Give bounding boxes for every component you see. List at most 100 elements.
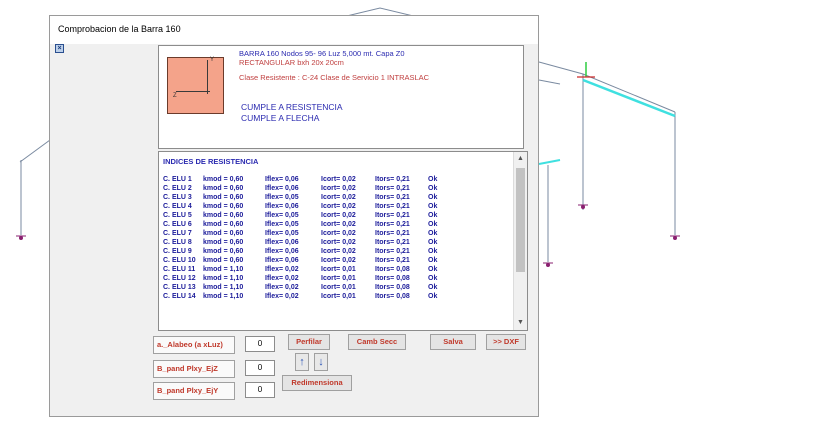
cell-flex: Iflex= 0,05 — [265, 212, 299, 219]
cell-kmod: kmod = 0,60 — [203, 221, 244, 228]
arrow-up-icon[interactable]: ↑ — [295, 353, 309, 371]
cell-label: C. ELU 14 — [163, 293, 196, 300]
cell-cort: Icort= 0,02 — [321, 221, 356, 228]
cell-flex: Iflex= 0,06 — [265, 176, 299, 183]
cell-ok: Ok — [428, 293, 438, 300]
left-rafter — [19, 139, 51, 163]
cell-flex: Iflex= 0,02 — [265, 275, 299, 282]
perfilar-button[interactable]: Perfilar — [288, 334, 330, 350]
pand-y-input[interactable]: 0 — [245, 382, 275, 398]
cell-ok: Ok — [428, 257, 438, 264]
cell-flex: Iflex= 0,05 — [265, 230, 299, 237]
scroll-thumb[interactable] — [516, 168, 525, 272]
cell-kmod: kmod = 0,60 — [203, 185, 244, 192]
cell-kmod: kmod = 0,60 — [203, 203, 244, 210]
cell-label: C. ELU 2 — [163, 185, 192, 192]
cell-tors: Itors= 0,08 — [375, 284, 410, 291]
cell-tors: Itors= 0,21 — [375, 257, 410, 264]
arrow-down-icon[interactable]: ↓ — [314, 353, 328, 371]
cell-ok: Ok — [428, 266, 438, 273]
cell-ok: Ok — [428, 230, 438, 237]
results-list[interactable]: INDICES DE RESISTENCIA C. ELU 1 kmod = 0,… — [158, 151, 528, 331]
dxf-button[interactable]: >> DXF — [486, 334, 526, 350]
cell-flex: Iflex= 0,02 — [265, 293, 299, 300]
cell-tors: Itors= 0,21 — [375, 203, 410, 210]
cell-ok: Ok — [428, 212, 438, 219]
table-row: C. ELU 8 kmod = 0,60 Iflex= 0,06 Icort= 0,0… — [163, 239, 508, 248]
table-row: C. ELU 13 kmod = 1,10 Iflex= 0,02 Icort= 0,… — [163, 284, 508, 293]
results-rows: C. ELU 1 kmod = 0,60 Iflex= 0,06 Icort= 0,0… — [163, 176, 508, 302]
cell-kmod: kmod = 0,60 — [203, 212, 244, 219]
pand-z-label: B_pand Plxy_EjZ — [153, 360, 235, 378]
scroll-up-icon[interactable]: ▲ — [514, 152, 527, 166]
cell-flex: Iflex= 0,06 — [265, 203, 299, 210]
cell-label: C. ELU 5 — [163, 212, 192, 219]
cell-flex: Iflex= 0,05 — [265, 221, 299, 228]
cell-kmod: kmod = 0,60 — [203, 176, 244, 183]
cell-tors: Itors= 0,21 — [375, 185, 410, 192]
table-row: C. ELU 3 kmod = 0,60 Iflex= 0,05 Icort= 0,0… — [163, 194, 508, 203]
table-row: C. ELU 2 kmod = 0,60 Iflex= 0,06 Icort= 0,0… — [163, 185, 508, 194]
cell-tors: Itors= 0,21 — [375, 230, 410, 237]
cell-cort: Icort= 0,02 — [321, 212, 356, 219]
window-menu-icon[interactable]: × — [55, 44, 64, 53]
cell-cort: Icort= 0,02 — [321, 257, 356, 264]
camb-secc-button[interactable]: Camb Secc — [348, 334, 406, 350]
parameter-group: a._Alabeo (a xLuz) 0 B_pand Plxy_EjZ 0 B… — [153, 336, 281, 404]
cell-cort: Icort= 0,01 — [321, 293, 356, 300]
cell-label: C. ELU 7 — [163, 230, 192, 237]
cell-tors: Itors= 0,21 — [375, 176, 410, 183]
cell-kmod: kmod = 0,60 — [203, 230, 244, 237]
cell-flex: Iflex= 0,06 — [265, 248, 299, 255]
table-row: C. ELU 6 kmod = 0,60 Iflex= 0,05 Icort= 0,0… — [163, 221, 508, 230]
scroll-down-icon[interactable]: ▼ — [514, 316, 527, 330]
cell-kmod: kmod = 0,60 — [203, 239, 244, 246]
cell-label: C. ELU 3 — [163, 194, 192, 201]
pand-z-input[interactable]: 0 — [245, 360, 275, 376]
cross-section-diagram: Y Z — [167, 57, 224, 114]
titlebar: Comprobacion de la Barra 160 — [50, 16, 538, 44]
selected-beam — [582, 78, 676, 118]
cell-label: C. ELU 11 — [163, 266, 196, 273]
cell-label: C. ELU 13 — [163, 284, 196, 291]
cell-tors: Itors= 0,21 — [375, 194, 410, 201]
cell-tors: Itors= 0,21 — [375, 239, 410, 246]
class-line: Clase Resistente : C-24 Clase de Servici… — [239, 73, 430, 82]
cell-label: C. ELU 4 — [163, 203, 192, 210]
cell-kmod: kmod = 1,10 — [203, 293, 244, 300]
cell-cort: Icort= 0,01 — [321, 266, 356, 273]
cell-tors: Itors= 0,08 — [375, 293, 410, 300]
table-row: C. ELU 1 kmod = 0,60 Iflex= 0,06 Icort= 0,0… — [163, 176, 508, 185]
cell-ok: Ok — [428, 194, 438, 201]
alabeo-input[interactable]: 0 — [245, 336, 275, 352]
section-size-line: RECTANGULAR bxh 20x 20cm — [239, 58, 344, 67]
alabeo-label: a._Alabeo (a xLuz) — [153, 336, 235, 354]
bar-nodes-line: BARRA 160 Nodos 95- 96 Luz 5,000 mt. Cap… — [239, 49, 405, 58]
resistance-status: CUMPLE A RESISTENCIA — [241, 102, 343, 112]
cell-label: C. ELU 8 — [163, 239, 192, 246]
results-scrollbar[interactable]: ▲ ▼ — [513, 152, 527, 330]
window-title: Comprobacion de la Barra 160 — [58, 24, 181, 34]
pand-y-label: B_pand Plxy_EjY — [153, 382, 235, 400]
cell-cort: Icort= 0,01 — [321, 284, 356, 291]
cell-ok: Ok — [428, 248, 438, 255]
results-header: INDICES DE RESISTENCIA — [163, 157, 259, 166]
cell-tors: Itors= 0,08 — [375, 275, 410, 282]
cell-flex: Iflex= 0,06 — [265, 185, 299, 192]
cell-cort: Icort= 0,02 — [321, 239, 356, 246]
cell-tors: Itors= 0,08 — [375, 266, 410, 273]
cell-cort: Icort= 0,02 — [321, 248, 356, 255]
cell-label: C. ELU 10 — [163, 257, 196, 264]
table-row: C. ELU 9 kmod = 0,60 Iflex= 0,06 Icort= 0,0… — [163, 248, 508, 257]
bar-info-panel: Y Z BARRA 160 Nodos 95- 96 Luz 5,000 mt.… — [158, 45, 524, 149]
table-row: C. ELU 14 kmod = 1,10 Iflex= 0,02 Icort= 0,… — [163, 293, 508, 302]
redimensiona-button[interactable]: Redimensiona — [282, 375, 352, 391]
cell-cort: Icort= 0,01 — [321, 275, 356, 282]
salva-button[interactable]: Salva — [430, 334, 476, 350]
cell-flex: Iflex= 0,02 — [265, 284, 299, 291]
cell-label: C. ELU 12 — [163, 275, 196, 282]
cell-ok: Ok — [428, 221, 438, 228]
cell-cort: Icort= 0,02 — [321, 194, 356, 201]
cell-label: C. ELU 9 — [163, 248, 192, 255]
cell-label: C. ELU 6 — [163, 221, 192, 228]
